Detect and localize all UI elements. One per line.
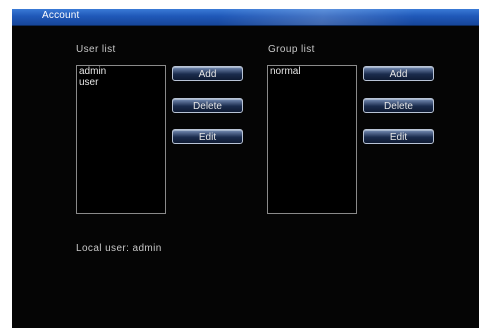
- user-delete-button[interactable]: Delete: [172, 98, 243, 113]
- user-list-label: User list: [76, 44, 116, 55]
- group-edit-button[interactable]: Edit: [363, 129, 434, 144]
- local-user-status: Local user: admin: [76, 243, 162, 254]
- user-edit-button[interactable]: Edit: [172, 129, 243, 144]
- account-window: Account User list admin user Add Delete …: [12, 9, 479, 328]
- group-list[interactable]: normal: [267, 65, 357, 214]
- group-list-label: Group list: [268, 44, 315, 55]
- user-list-item-user[interactable]: user: [77, 77, 165, 88]
- group-delete-button[interactable]: Delete: [363, 98, 434, 113]
- user-list[interactable]: admin user: [76, 65, 166, 214]
- group-list-item-normal[interactable]: normal: [268, 66, 356, 77]
- group-add-button[interactable]: Add: [363, 66, 434, 81]
- user-add-button[interactable]: Add: [172, 66, 243, 81]
- window-title: Account: [42, 10, 80, 21]
- title-bar[interactable]: Account: [12, 9, 479, 26]
- user-list-item-admin[interactable]: admin: [77, 66, 165, 77]
- title-bar-sheen: [219, 9, 479, 25]
